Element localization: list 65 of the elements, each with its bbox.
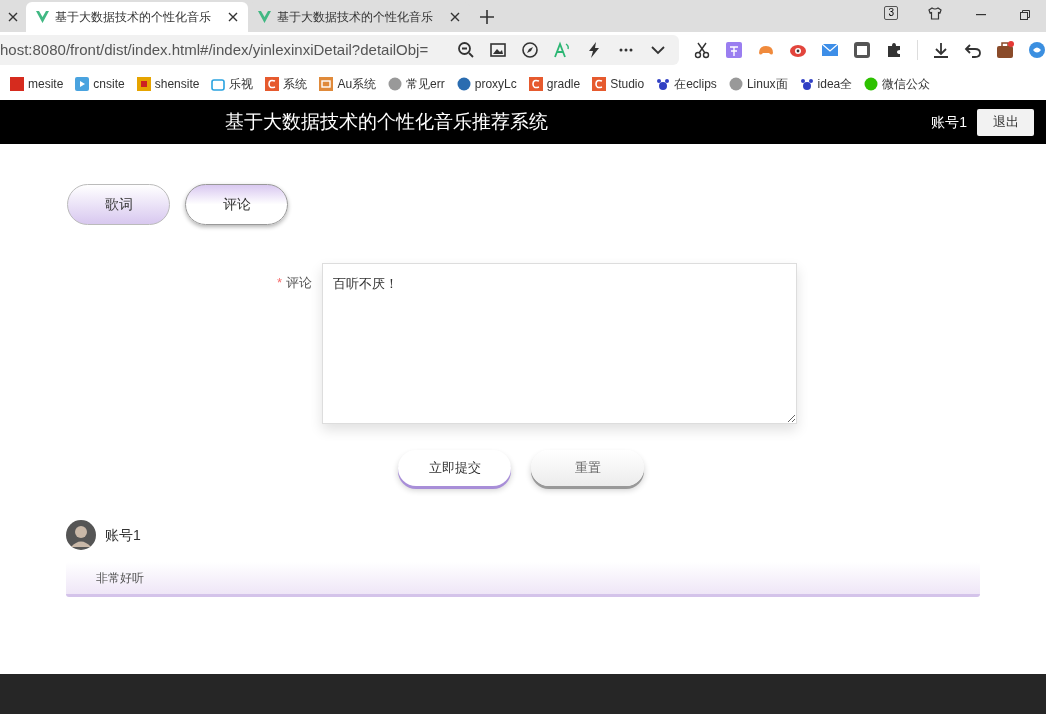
undo-icon[interactable] (964, 41, 982, 59)
zoom-icon[interactable] (457, 41, 475, 59)
comment-text: 非常好听 (96, 570, 144, 587)
v-logo-icon (258, 11, 271, 23)
puzzle-icon[interactable] (885, 41, 903, 59)
close-icon[interactable] (450, 12, 460, 22)
bookmark-icon (656, 77, 671, 91)
avatar-icon (66, 520, 96, 550)
mail-icon[interactable] (821, 41, 839, 59)
comment-textarea[interactable]: 百听不厌！ (322, 263, 797, 424)
site-title: 基于大数据技术的个性化音乐推荐系统 (225, 109, 549, 134)
bookmark-link[interactable]: proxyLc (456, 75, 517, 93)
bookmark-icon (136, 77, 151, 91)
compass-icon[interactable] (521, 41, 539, 59)
tab-title: 基于大数据技术的个性化音乐 (277, 9, 434, 26)
bookmark-icon (75, 77, 90, 91)
bookmark-icon (528, 77, 543, 91)
bookmark-icon (592, 77, 607, 91)
bookmark-link[interactable]: 在eclips (656, 75, 717, 93)
v-logo-icon (36, 11, 49, 23)
bookmark-link[interactable]: cnsite (75, 75, 125, 93)
scissors-icon[interactable] (693, 41, 711, 59)
logout-button[interactable]: 退出 (977, 108, 1034, 136)
bookmark-icon (319, 77, 334, 91)
image-icon[interactable] (489, 41, 507, 59)
submit-button[interactable]: 立即提交 (398, 450, 511, 486)
content-tab[interactable]: 歌词 (67, 184, 170, 225)
bookmark-icon (388, 77, 403, 91)
bookmark-icon (864, 77, 879, 91)
bookmark-icon (211, 77, 226, 91)
tab-count[interactable]: 3 (884, 6, 898, 20)
bookmark-link[interactable]: 系统 (265, 75, 308, 93)
minimize-icon[interactable] (976, 14, 986, 16)
bookmark-link[interactable]: 常见err (388, 75, 445, 93)
bookmark-link[interactable]: 乐视 (211, 75, 254, 93)
bookmark-link[interactable]: mesite (10, 75, 64, 93)
download-icon[interactable] (932, 41, 950, 59)
restore-icon[interactable] (1020, 10, 1030, 20)
bookmark-link[interactable]: Studio (592, 75, 645, 93)
shirt-icon[interactable] (928, 7, 942, 20)
bookmark-icon (799, 77, 814, 91)
bookmark-link[interactable]: Linux面 (728, 75, 788, 93)
browser-tab[interactable]: 基于大数据技术的个性化音乐 (26, 2, 248, 32)
username: 账号1 (931, 112, 967, 132)
plus-icon[interactable] (480, 10, 494, 24)
bookmark-link[interactable]: Au系统 (319, 75, 377, 93)
bookmark-icon (265, 77, 280, 91)
bookmark-link[interactable]: idea全 (799, 75, 853, 93)
comment-author: 账号1 (105, 525, 141, 545)
bookmark-link[interactable]: shensite (136, 75, 200, 93)
address-bar[interactable]: host:8080/front/dist/index.html#/index/yinlexinxiDetail?detailObj= (0, 35, 679, 65)
field-label: 评论 (286, 274, 312, 292)
required-mark: * (276, 274, 282, 292)
bookmark-link[interactable]: 微信公众 (864, 75, 931, 93)
close-icon[interactable] (228, 12, 238, 22)
briefcase-icon[interactable] (996, 41, 1014, 59)
bookmark-link[interactable]: gradle (528, 75, 581, 93)
reset-button[interactable]: 重置 (531, 450, 644, 486)
close-icon[interactable] (8, 12, 18, 22)
bookmark-icon (728, 77, 743, 91)
tab-title: 基于大数据技术的个性化音乐 (55, 9, 212, 26)
bookmark-icon (456, 77, 471, 91)
content-tab[interactable]: 评论 (185, 184, 288, 225)
bookmark-icon (10, 77, 24, 91)
translate-icon[interactable] (725, 41, 743, 59)
